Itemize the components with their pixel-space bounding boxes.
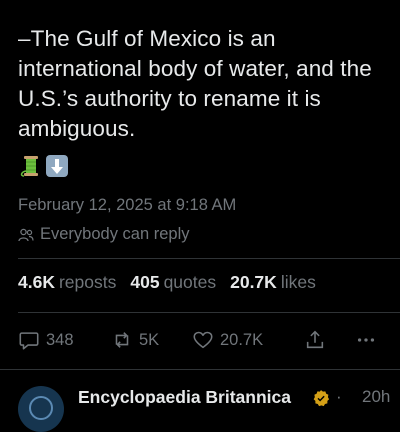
reposts-stat[interactable]: 4.6K reposts (18, 272, 116, 293)
likes-count: 20.7K (230, 272, 277, 292)
repost-count: 5K (139, 330, 160, 349)
reply-author-name[interactable]: Encyclopaedia Britannica (78, 387, 291, 408)
reply-count: 348 (46, 330, 74, 349)
likes-stat[interactable]: 20.7K likes (230, 272, 316, 293)
like-button[interactable]: 20.7K (192, 327, 263, 353)
avatar[interactable] (18, 386, 64, 432)
thread-spool-emoji (18, 154, 42, 178)
reply-button[interactable]: 348 (18, 327, 74, 353)
quotes-label: quotes (163, 272, 217, 292)
reposts-count: 4.6K (18, 272, 55, 292)
reply-setting-label: Everybody can reply (40, 225, 190, 243)
quotes-stat[interactable]: 405 quotes (130, 272, 216, 293)
engagement-stats: 4.6K reposts 405 quotes 20.7K likes (18, 272, 316, 293)
quotes-count: 405 (130, 272, 160, 292)
share-icon (304, 329, 326, 351)
action-bar: 348 5K 20.7K (18, 327, 392, 353)
divider (0, 369, 400, 370)
divider (18, 258, 400, 259)
heart-icon (192, 329, 214, 351)
verified-badge-icon (312, 389, 330, 407)
post-timestamp[interactable]: February 12, 2025 at 9:18 AM (18, 196, 236, 215)
down-arrow-emoji (45, 154, 69, 178)
likes-label: likes (280, 272, 316, 292)
divider (18, 312, 400, 313)
repost-icon (111, 329, 133, 351)
post-emoji-row (18, 153, 69, 179)
reply-preview[interactable]: Encyclopaedia Britannica · 20h (18, 380, 400, 432)
separator-dot: · (336, 387, 342, 406)
people-icon (18, 228, 34, 242)
share-button[interactable] (304, 327, 326, 353)
more-options-button[interactable] (355, 327, 377, 353)
reply-time[interactable]: 20h (362, 387, 390, 407)
reply-setting: Everybody can reply (18, 225, 190, 244)
more-icon (355, 329, 377, 351)
like-count: 20.7K (220, 330, 264, 349)
post-text: –The Gulf of Mexico is an international … (18, 26, 372, 141)
repost-button[interactable]: 5K (111, 327, 159, 353)
reposts-label: reposts (58, 272, 117, 292)
reply-icon (18, 329, 40, 351)
